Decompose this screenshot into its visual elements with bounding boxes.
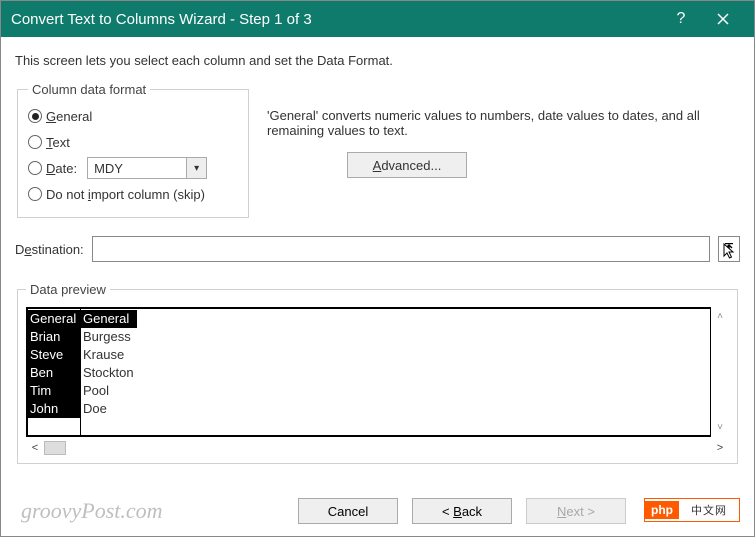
table-row: Stockton xyxy=(81,364,710,382)
preview-table[interactable]: General Brian Steve Ben Tim John General… xyxy=(26,307,711,437)
radio-general[interactable] xyxy=(28,109,42,123)
cancel-button[interactable]: Cancel xyxy=(298,498,398,524)
vertical-scrollbar[interactable]: ˄ ˅ xyxy=(711,307,729,437)
next-button[interactable]: Next > xyxy=(526,498,626,524)
watermark-text: groovyPost.com xyxy=(21,498,163,524)
horizontal-scrollbar[interactable]: < > xyxy=(26,439,729,457)
scroll-right-icon[interactable]: > xyxy=(711,442,729,454)
chevron-down-icon[interactable]: ▾ xyxy=(186,158,206,178)
radio-text-row[interactable]: Text xyxy=(28,129,238,155)
preview-col2-header: General xyxy=(81,310,137,328)
table-row: Steve xyxy=(28,346,80,364)
badge-right: 中文网 xyxy=(679,502,739,518)
format-hint-text: 'General' converts numeric values to num… xyxy=(267,108,740,138)
preview-column-1[interactable]: General Brian Steve Ben Tim John xyxy=(28,309,80,435)
table-row: Pool xyxy=(81,382,710,400)
window-title: Convert Text to Columns Wizard - Step 1 … xyxy=(11,11,660,28)
data-preview-legend: Data preview xyxy=(26,282,110,297)
scroll-up-icon[interactable]: ˄ xyxy=(717,311,723,322)
close-button[interactable] xyxy=(702,1,744,37)
close-icon xyxy=(717,13,729,25)
column-data-format-group: Column data format General Text Date: MD… xyxy=(17,82,249,218)
radio-skip-label: Do not import column (skip) xyxy=(46,187,205,202)
data-preview-group: Data preview General Brian Steve Ben Tim… xyxy=(17,282,738,464)
scroll-down-icon[interactable]: ˅ xyxy=(717,422,723,433)
column-format-legend: Column data format xyxy=(28,82,150,97)
php-badge: php 中文网 xyxy=(644,498,740,522)
radio-skip[interactable] xyxy=(28,187,42,201)
back-button[interactable]: < Back xyxy=(412,498,512,524)
instruction-text: This screen lets you select each column … xyxy=(15,53,740,68)
destination-label: Destination: xyxy=(15,242,84,257)
table-row: Ben xyxy=(28,364,80,382)
cursor-icon xyxy=(723,243,739,259)
help-button[interactable]: ? xyxy=(660,1,702,37)
preview-column-2[interactable]: General Burgess Krause Stockton Pool Doe xyxy=(81,309,710,435)
table-row: Burgess xyxy=(81,328,710,346)
radio-date[interactable] xyxy=(28,161,42,175)
radio-date-label: Date: xyxy=(46,161,77,176)
radio-skip-row[interactable]: Do not import column (skip) xyxy=(28,181,238,207)
radio-general-row[interactable]: General xyxy=(28,103,238,129)
destination-input[interactable] xyxy=(92,236,710,262)
radio-general-label: General xyxy=(46,109,92,124)
radio-text[interactable] xyxy=(28,135,42,149)
title-bar: Convert Text to Columns Wizard - Step 1 … xyxy=(1,1,754,37)
table-row: Tim xyxy=(28,382,80,400)
table-row: Brian xyxy=(28,328,80,346)
date-format-value: MDY xyxy=(88,161,186,176)
date-format-select[interactable]: MDY ▾ xyxy=(87,157,207,179)
radio-date-row[interactable]: Date: MDY ▾ xyxy=(28,155,238,181)
preview-col1-header: General xyxy=(28,310,80,328)
table-row: John xyxy=(28,400,80,418)
scrollbar-thumb[interactable] xyxy=(44,441,66,455)
radio-text-label: Text xyxy=(46,135,70,150)
badge-left: php xyxy=(645,501,679,519)
table-row: Doe xyxy=(81,400,710,418)
advanced-button[interactable]: Advanced... xyxy=(347,152,467,178)
table-row: Krause xyxy=(81,346,710,364)
scroll-left-icon[interactable]: < xyxy=(26,442,44,454)
